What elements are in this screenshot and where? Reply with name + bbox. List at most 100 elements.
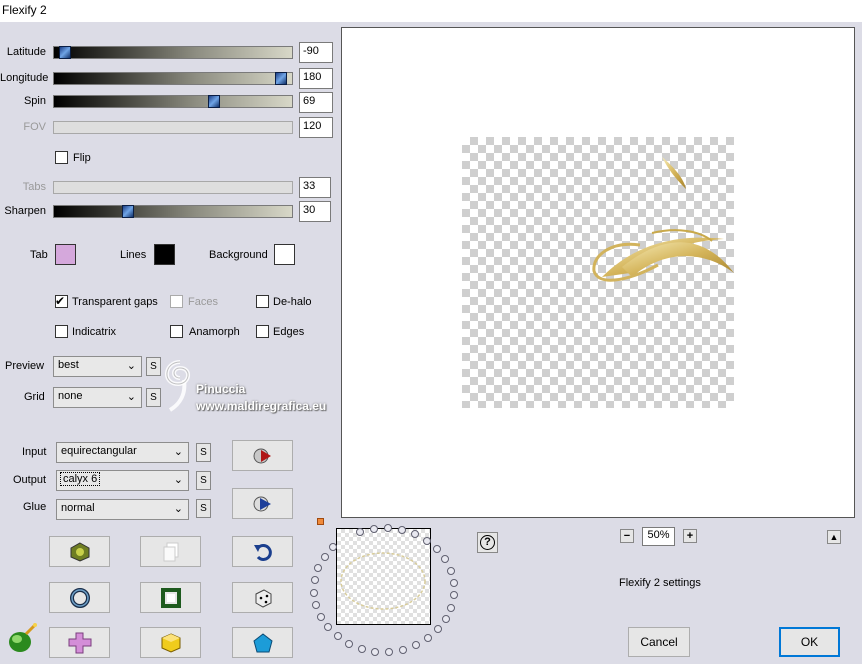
dial-dot[interactable] [449,578,458,587]
chevron-down-icon: ⌄ [173,446,183,458]
copy-button[interactable] [140,536,201,567]
cross-shape-button[interactable] [49,627,110,658]
grid-select[interactable]: none ⌄ [53,387,142,408]
dial-dot[interactable] [434,625,442,634]
longitude-value-field[interactable]: 180 [299,68,333,89]
spin-slider-thumb[interactable] [208,95,220,108]
tabs-slider [53,181,293,194]
glue-value: normal [61,502,95,514]
anamorph-checkbox[interactable] [170,325,183,338]
edges-checkbox[interactable] [256,325,269,338]
spin-slider[interactable] [53,95,293,108]
longitude-slider[interactable] [53,72,293,85]
app-logo [6,622,38,657]
dial-dot[interactable] [424,634,433,643]
dial-dot[interactable] [369,524,378,533]
frame-shape-button[interactable] [140,582,201,613]
dial-dot[interactable] [333,632,342,641]
flip-checkbox[interactable] [55,151,68,164]
transparent-gaps-checkbox[interactable]: ✔ [55,294,68,308]
dial-dot[interactable] [310,588,319,597]
background-color-swatch[interactable] [274,244,295,265]
dice-icon [255,588,271,608]
longitude-slider-thumb[interactable] [275,72,287,85]
output-label: Output [13,474,47,486]
dial-dot[interactable] [447,603,456,612]
dial-dot[interactable] [385,647,394,656]
input-select[interactable]: equirectangular ⌄ [56,442,189,463]
preview-quality-select[interactable]: best ⌄ [53,356,142,377]
animate-input-button[interactable] [232,440,293,471]
dial-dot[interactable] [312,600,321,609]
dial-dot[interactable] [432,545,441,554]
de-halo-checkbox[interactable] [256,295,269,308]
input-s-button[interactable]: S [196,443,211,462]
sharpen-value-field[interactable]: 30 [299,201,331,222]
glue-select[interactable]: normal ⌄ [56,499,189,520]
play-blue-icon [253,496,271,511]
dial-dot[interactable] [356,527,365,536]
help-icon: ? [480,535,495,550]
dial-dot[interactable] [399,645,408,654]
dial-dot[interactable] [357,644,366,653]
dial-dot[interactable] [397,525,406,534]
thumbnail-preview[interactable] [336,528,431,625]
dial-dot[interactable] [383,524,392,533]
dial-dot[interactable] [410,530,419,539]
undo-button[interactable] [232,536,293,567]
latitude-value-field[interactable]: -90 [299,42,333,63]
glue-s-button[interactable]: S [196,499,211,518]
dial-dot[interactable] [422,536,431,545]
ok-button[interactable]: OK [779,627,840,657]
cancel-button[interactable]: Cancel [628,627,690,657]
preview-artwork [592,157,734,282]
fov-label: FOV [23,121,46,133]
settings-name: Flexify 2 settings [619,577,701,589]
output-s-button[interactable]: S [196,471,211,490]
latitude-slider[interactable] [53,46,293,59]
dial-dot[interactable] [310,576,319,585]
preview-quality-value: best [58,359,79,371]
output-select[interactable]: calyx 6 ⌄ [56,470,189,491]
output-value: calyx 6 [59,472,101,486]
zoom-value-field[interactable]: 50% [642,527,675,546]
dial-dot[interactable] [320,553,329,562]
chevron-down-icon: ⌄ [126,391,136,403]
dial-dot[interactable] [371,647,380,656]
tab-color-swatch[interactable] [55,244,76,265]
latitude-slider-thumb[interactable] [59,46,71,59]
sharpen-slider[interactable] [53,205,293,218]
dial-dot[interactable] [316,612,325,621]
pentagon-shape-button[interactable] [232,627,293,658]
input-value: equirectangular [61,445,137,457]
dial-dot[interactable] [449,591,458,600]
lines-color-swatch[interactable] [154,244,175,265]
cube-shape-button[interactable] [140,627,201,658]
indicatrix-checkbox[interactable] [55,325,68,338]
dial-dot[interactable] [440,555,449,564]
spin-value-field[interactable]: 69 [299,92,333,113]
anamorph-label: Anamorph [189,326,240,338]
dial-dot[interactable] [441,615,450,624]
grid-value: none [58,390,83,402]
animate-output-button[interactable] [232,488,293,519]
random-button[interactable] [232,582,293,613]
dial-dot[interactable] [446,566,455,575]
globe-gear-icon [70,541,89,562]
transparent-gaps-label: Transparent gaps [72,296,158,308]
dial-dot[interactable] [412,640,421,649]
collapse-preview-button[interactable]: ▲ [827,530,841,544]
load-preset-button[interactable] [49,536,110,567]
input-label: Input [22,446,47,458]
chevron-down-icon: ⌄ [126,360,136,372]
zoom-in-button[interactable]: + [683,529,697,543]
sharpen-slider-thumb[interactable] [122,205,134,218]
rotation-marker[interactable] [317,518,324,525]
glue-label: Glue [23,501,47,513]
zoom-out-button[interactable]: − [620,529,634,543]
dial-dot[interactable] [314,564,323,573]
dial-dot[interactable] [345,639,353,648]
dial-dot[interactable] [324,623,333,632]
help-button[interactable]: ? [477,532,498,553]
ring-shape-button[interactable] [49,582,110,613]
